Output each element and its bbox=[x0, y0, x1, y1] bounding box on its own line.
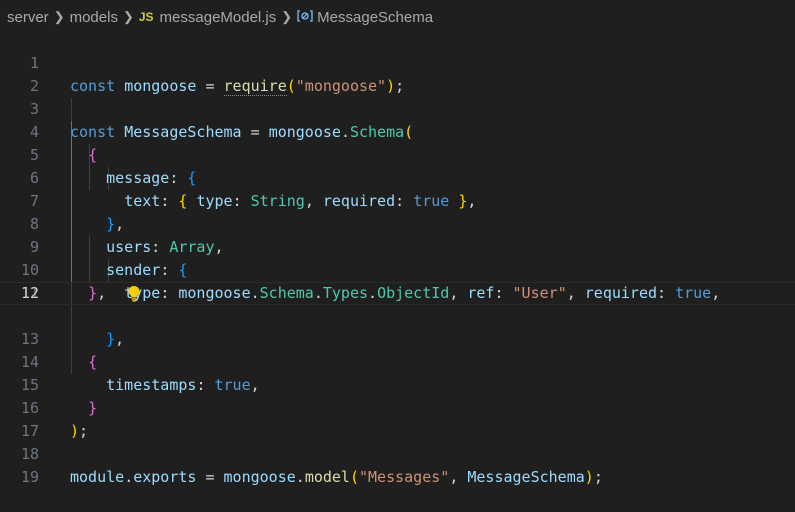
breadcrumb-models[interactable]: models bbox=[70, 9, 118, 26]
code-line-current[interactable]: 12 }, bbox=[0, 282, 795, 305]
code-editor[interactable]: 1 const mongoose = require("mongoose"); … bbox=[0, 29, 795, 490]
breadcrumb-symbol[interactable]: MessageSchema bbox=[317, 9, 433, 26]
javascript-file-icon: JS bbox=[138, 10, 154, 24]
breadcrumb-file[interactable]: messageModel.js bbox=[160, 9, 277, 26]
code-line[interactable]: 19 bbox=[0, 443, 795, 486]
code-line[interactable]: 18 module.exports = mongoose.model("Mess… bbox=[0, 420, 795, 486]
code-line[interactable]: 10 type: mongoose.Schema.Types.ObjectId,… bbox=[0, 236, 795, 302]
variable-symbol-icon bbox=[297, 9, 313, 23]
code-line[interactable]: 7 }, bbox=[0, 167, 795, 233]
line-number: 19 bbox=[20, 468, 39, 486]
code-line[interactable]: 1 const mongoose = require("mongoose"); bbox=[0, 29, 795, 96]
code-line[interactable]: 11 }, bbox=[0, 259, 795, 348]
breadcrumb-server[interactable]: server bbox=[7, 9, 49, 26]
chevron-right-icon: ❯ bbox=[122, 9, 134, 24]
code-line[interactable]: 17 bbox=[0, 397, 795, 440]
code-line[interactable]: 16 ); bbox=[0, 374, 795, 440]
line-number: 12 bbox=[20, 284, 39, 302]
code-line[interactable]: 9 sender: { bbox=[0, 213, 795, 279]
code-line[interactable]: 14 timestamps: true, bbox=[0, 328, 795, 394]
line-code: module.exports = mongoose.model("Message… bbox=[70, 468, 603, 486]
code-line[interactable]: 5 message: { bbox=[0, 121, 795, 187]
code-line[interactable]: 13 { bbox=[0, 305, 795, 371]
line-code: }, bbox=[88, 284, 107, 302]
lightbulb-icon[interactable] bbox=[73, 262, 140, 302]
code-line[interactable]: 6 text: { type: String, required: true }… bbox=[0, 144, 795, 210]
code-line[interactable]: 3 const MessageSchema = mongoose.Schema( bbox=[0, 75, 795, 141]
chevron-right-icon: ❯ bbox=[281, 9, 293, 24]
chevron-right-icon: ❯ bbox=[53, 9, 65, 24]
code-line[interactable]: 2 bbox=[0, 52, 795, 95]
code-line[interactable]: 15 } bbox=[0, 351, 795, 417]
code-line[interactable]: 4 { bbox=[0, 98, 795, 164]
code-line[interactable]: 8 users: Array, bbox=[0, 190, 795, 256]
